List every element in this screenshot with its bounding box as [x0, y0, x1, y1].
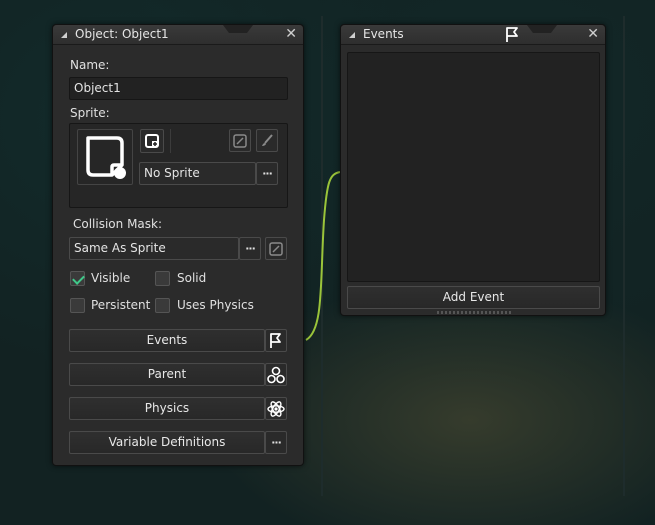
events-list[interactable] [347, 52, 600, 282]
divider-line-right [623, 16, 625, 496]
header-notch [223, 25, 253, 33]
collision-edit-button[interactable] [265, 237, 287, 260]
events-panel: Events ✕ Add Event [340, 24, 606, 316]
uses-physics-checkbox[interactable] [155, 298, 170, 313]
physics-button[interactable]: Physics [69, 397, 265, 420]
collapse-icon[interactable] [349, 32, 355, 38]
edit-mask-icon [269, 241, 283, 256]
uses-physics-label: Uses Physics [177, 298, 254, 312]
sprite-area: No Sprite ··· [69, 123, 288, 208]
hierarchy-icon [267, 366, 285, 383]
parent-button[interactable]: Parent [69, 363, 265, 386]
collision-mask-field[interactable]: Same As Sprite [69, 237, 239, 260]
no-sprite-icon [86, 136, 126, 179]
flag-icon [270, 332, 281, 348]
parent-icon-button[interactable] [265, 363, 287, 386]
close-icon[interactable]: ✕ [587, 26, 599, 42]
sprite-select-field[interactable]: No Sprite [139, 162, 256, 185]
variable-definitions-button[interactable]: Variable Definitions [69, 431, 265, 454]
object-panel-header[interactable]: Object: Object1 ✕ [53, 25, 303, 45]
solid-label: Solid [177, 271, 207, 285]
events-panel-title: Events [363, 27, 404, 41]
events-flag-button[interactable] [265, 329, 287, 352]
resize-grip[interactable] [437, 311, 511, 314]
collapse-icon[interactable] [61, 32, 67, 38]
add-event-button[interactable]: Add Event [347, 286, 600, 309]
edit-sprite-icon [233, 133, 247, 148]
persistent-label: Persistent [91, 298, 151, 312]
new-sprite-button[interactable] [140, 129, 164, 153]
object-panel-title: Object: Object1 [75, 27, 169, 41]
flag-icon [506, 27, 518, 42]
close-icon[interactable]: ✕ [285, 26, 297, 42]
sprite-label: Sprite: [70, 106, 110, 120]
name-field[interactable]: Object1 [69, 77, 288, 100]
edit-sprite-button[interactable] [229, 129, 251, 152]
more-icon: ··· [245, 241, 256, 255]
collision-mask-label: Collision Mask: [73, 217, 163, 231]
atom-icon [267, 400, 285, 417]
more-icon: ··· [271, 435, 282, 449]
physics-icon-button[interactable] [265, 397, 287, 420]
variables-more-button[interactable]: ··· [265, 431, 287, 454]
events-button[interactable]: Events [69, 329, 265, 352]
visible-label: Visible [91, 271, 131, 285]
persistent-checkbox[interactable] [70, 298, 85, 313]
name-label: Name: [70, 58, 110, 72]
sprite-browse-button[interactable]: ··· [256, 162, 278, 185]
collision-browse-button[interactable]: ··· [239, 237, 261, 260]
header-notch [527, 25, 557, 33]
brush-icon [262, 133, 273, 146]
new-sprite-icon [145, 134, 159, 148]
events-panel-header[interactable]: Events ✕ [341, 25, 605, 45]
sprite-toolbar-separator [170, 129, 171, 153]
paint-sprite-button[interactable] [256, 129, 278, 152]
sprite-preview[interactable] [77, 129, 133, 185]
solid-checkbox[interactable] [155, 271, 170, 286]
visible-checkbox[interactable] [70, 271, 85, 286]
object-panel: Object: Object1 ✕ Name: Object1 Sprite: [52, 24, 304, 466]
more-icon: ··· [262, 166, 273, 180]
